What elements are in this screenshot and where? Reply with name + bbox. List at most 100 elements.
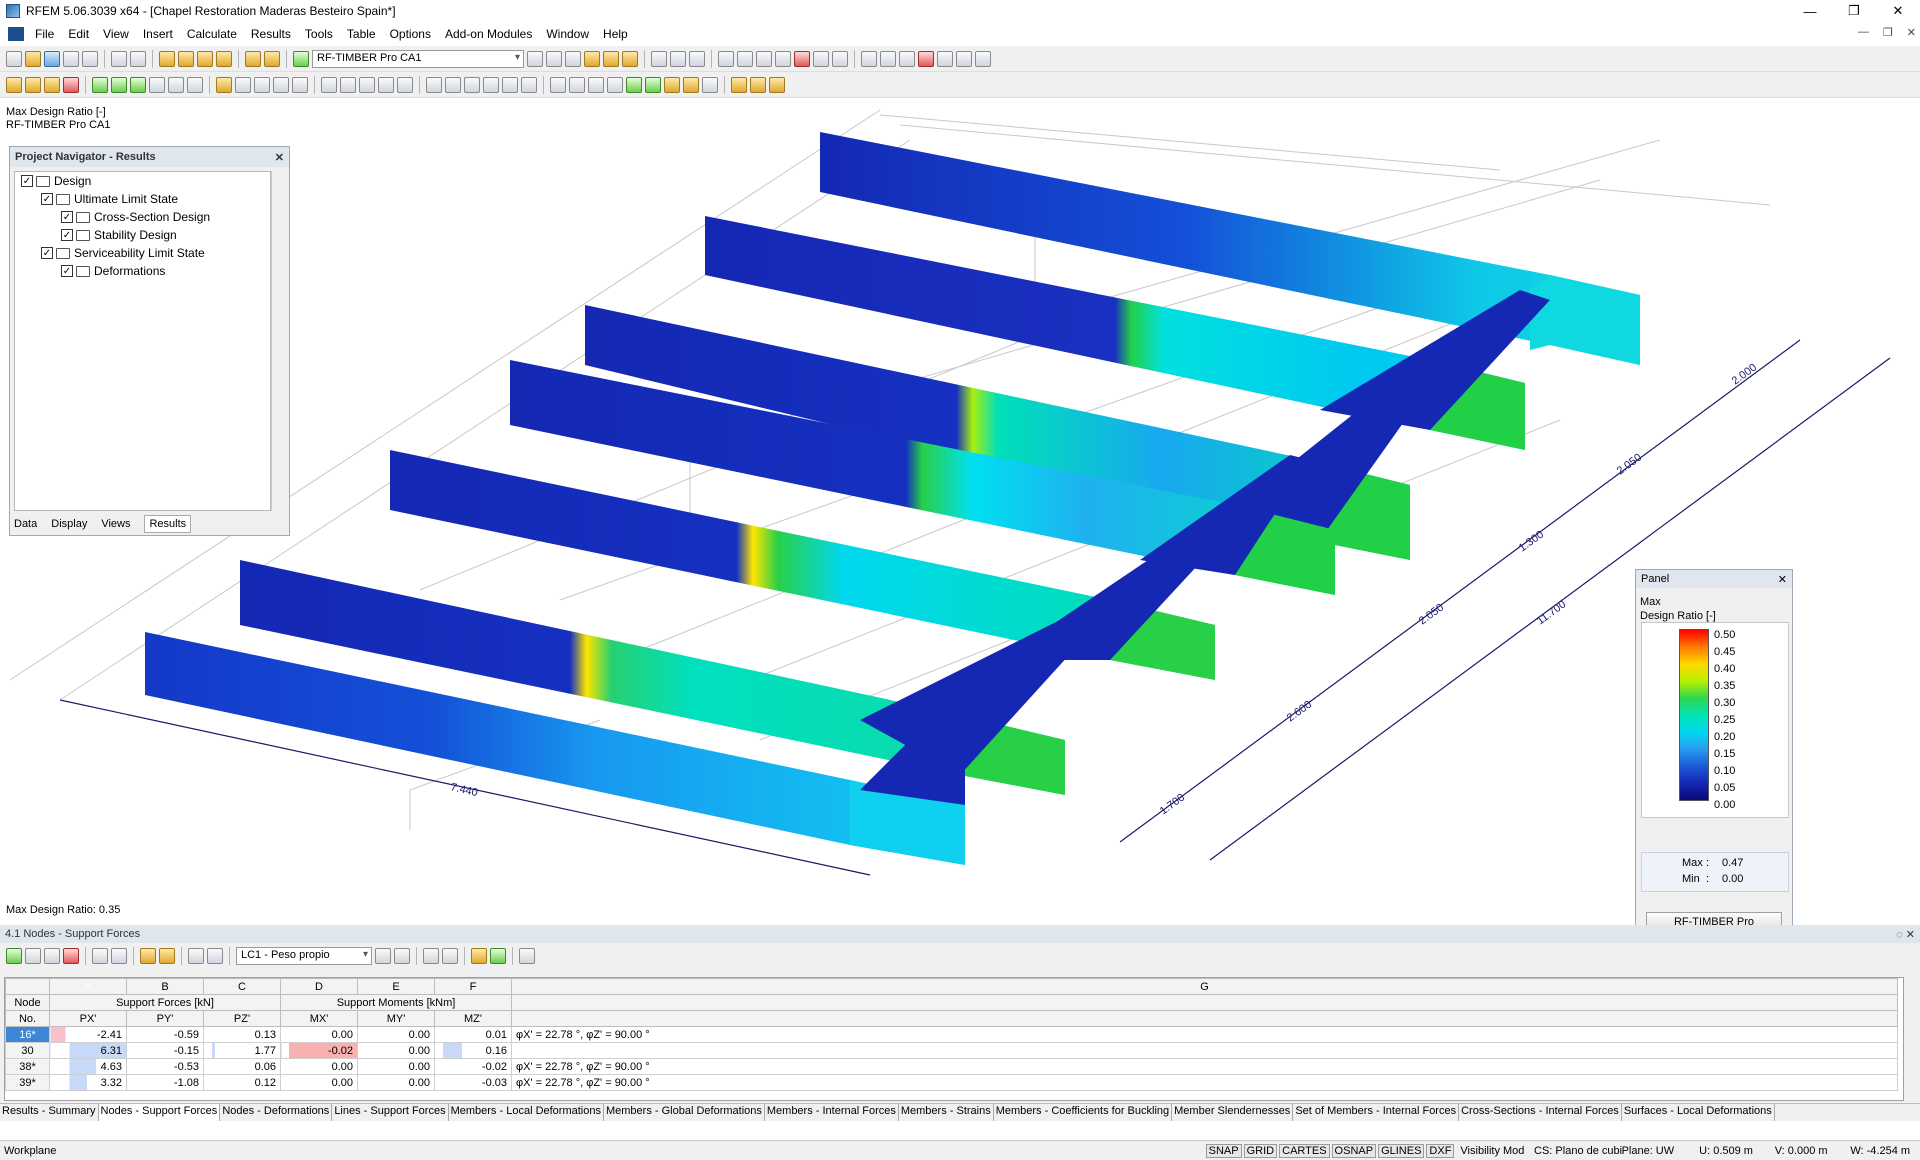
table-next-icon[interactable] (394, 948, 410, 964)
deformation-icon[interactable] (651, 50, 667, 67)
nodal-load-icon[interactable] (235, 76, 251, 93)
load-case-table-combo[interactable]: LC1 - Peso propio (236, 947, 372, 965)
table-columns-icon[interactable] (188, 948, 204, 964)
menu-view[interactable]: View (96, 27, 136, 41)
transparent-icon[interactable] (775, 50, 791, 67)
table-last-icon[interactable] (111, 948, 127, 964)
save-icon[interactable] (44, 50, 60, 67)
menu-edit[interactable]: Edit (61, 27, 96, 41)
table-close-icon[interactable]: ◌ ✕ (1896, 928, 1915, 941)
zoom-window-icon[interactable] (178, 50, 194, 67)
member-load-icon[interactable] (254, 76, 270, 93)
zoom-icon[interactable] (159, 50, 175, 67)
extrude-icon[interactable] (445, 76, 461, 93)
tab-members-local-deformations[interactable]: Members - Local Deformations (449, 1104, 604, 1121)
table-row[interactable]: 39* 3.32 -1.08 0.12 0.00 0.00 -0.03 φX' … (5, 1074, 1898, 1091)
divide-icon[interactable] (397, 76, 413, 93)
menu-file[interactable]: File (28, 27, 61, 41)
open-icon[interactable] (25, 50, 41, 67)
glines-toggle[interactable]: GLINES (1378, 1143, 1425, 1158)
tree-item-stability[interactable]: ✓ Stability Design (61, 228, 177, 242)
export-icon[interactable] (769, 76, 785, 93)
menu-window[interactable]: Window (539, 27, 596, 41)
mirror-icon[interactable] (359, 76, 375, 93)
section-icon[interactable] (689, 50, 705, 67)
table-select-icon[interactable] (140, 948, 156, 964)
tab-results[interactable]: Results (144, 515, 192, 533)
support-forces-grid[interactable]: A B C D E F G Node Support Forces [kN] S… (4, 977, 1904, 1101)
layer-icon[interactable] (683, 76, 699, 93)
node-icon[interactable] (6, 76, 22, 93)
table-view-icon[interactable] (442, 948, 458, 964)
grid-toggle[interactable]: GRID (1243, 1143, 1278, 1158)
rotate-icon[interactable] (340, 76, 356, 93)
view-x-icon[interactable] (550, 76, 566, 93)
hinge-icon[interactable] (149, 76, 165, 93)
tree-item-deformations[interactable]: ✓ Deformations (61, 264, 165, 278)
menu-table[interactable]: Table (340, 27, 383, 41)
zoom-previous-icon[interactable] (216, 50, 232, 67)
menu-insert[interactable]: Insert (136, 27, 180, 41)
print-graphic-icon[interactable] (750, 76, 766, 93)
color-legend[interactable]: 0.50 0.45 0.40 0.35 0.30 0.25 0.20 0.15 … (1641, 622, 1789, 818)
member-icon[interactable] (44, 76, 60, 93)
tab-members-global-deformations[interactable]: Members - Global Deformations (604, 1104, 765, 1121)
tree-item-cross-section[interactable]: ✓ Cross-Section Design (61, 210, 210, 224)
minimize-icon[interactable]: — (1788, 0, 1832, 22)
opening-icon[interactable] (130, 76, 146, 93)
delete-icon[interactable] (918, 50, 934, 67)
dimension-icon[interactable] (880, 50, 896, 67)
release-icon[interactable] (168, 76, 184, 93)
navigator-scrollbar[interactable] (271, 171, 285, 511)
table-toggle-icon[interactable] (245, 50, 261, 67)
table-edit-icon[interactable] (6, 948, 22, 964)
scale-icon[interactable] (378, 76, 394, 93)
osnap-toggle[interactable]: OSNAP (1331, 1143, 1377, 1158)
mdi-minimize-icon[interactable]: — (1858, 26, 1869, 39)
clipboard-icon[interactable] (731, 76, 747, 93)
tab-member-slendernesses[interactable]: Member Slendernesses (1172, 1104, 1294, 1121)
line-icon[interactable] (25, 76, 41, 93)
grid-icon[interactable] (187, 76, 203, 93)
move-icon[interactable] (321, 76, 337, 93)
table-highlight-icon[interactable] (471, 948, 487, 964)
redo-icon[interactable] (130, 50, 146, 67)
visibility-icon[interactable] (956, 50, 972, 67)
checkbox-uls[interactable]: ✓ (41, 193, 53, 205)
select-icon[interactable] (937, 50, 953, 67)
load-icon[interactable] (216, 76, 232, 93)
tab-nodes-deformations[interactable]: Nodes - Deformations (220, 1104, 333, 1121)
tree-item-uls[interactable]: ✓ Ultimate Limit State (41, 192, 178, 206)
support-icon[interactable] (63, 76, 79, 93)
view-z-icon[interactable] (588, 76, 604, 93)
snap-toggle[interactable]: SNAP (1205, 1143, 1242, 1158)
table-print-icon[interactable] (207, 948, 223, 964)
tab-lines-support-forces[interactable]: Lines - Support Forces (332, 1104, 449, 1121)
restore-icon[interactable]: ❐ (1832, 0, 1876, 22)
checkbox-deformations[interactable]: ✓ (61, 265, 73, 277)
table-graphic-icon[interactable] (423, 948, 439, 964)
cartes-toggle[interactable]: CARTES (1279, 1143, 1330, 1158)
results-icon[interactable] (293, 50, 309, 67)
table-row[interactable]: 16* -2.41 -0.59 0.13 0.00 0.00 0.01 φX' … (5, 1026, 1898, 1043)
checkbox-design[interactable]: ✓ (21, 175, 33, 187)
table-filter-icon[interactable] (25, 948, 41, 964)
tab-data[interactable]: Data (14, 515, 37, 533)
print-icon[interactable] (63, 50, 79, 67)
table-prev-icon[interactable] (375, 948, 391, 964)
undo-icon[interactable] (111, 50, 127, 67)
mdi-close-icon[interactable]: ✕ (1907, 26, 1916, 39)
dxf-toggle[interactable]: DXF (1426, 1143, 1455, 1158)
menu-addon-modules[interactable]: Add-on Modules (438, 27, 539, 41)
tab-cross-sections-internal-forces[interactable]: Cross-Sections - Internal Forces (1459, 1104, 1622, 1121)
tab-display[interactable]: Display (51, 515, 87, 533)
tab-set-members-internal-forces[interactable]: Set of Members - Internal Forces (1293, 1104, 1460, 1121)
new-icon[interactable] (6, 50, 22, 67)
smooth-icon[interactable] (622, 50, 638, 67)
mdi-restore-icon[interactable]: ❐ (1883, 26, 1893, 39)
explode-icon[interactable] (502, 76, 518, 93)
checkbox-stability[interactable]: ✓ (61, 229, 73, 241)
next-case-icon[interactable] (546, 50, 562, 67)
menu-help[interactable]: Help (596, 27, 635, 41)
animation-icon[interactable] (670, 50, 686, 67)
